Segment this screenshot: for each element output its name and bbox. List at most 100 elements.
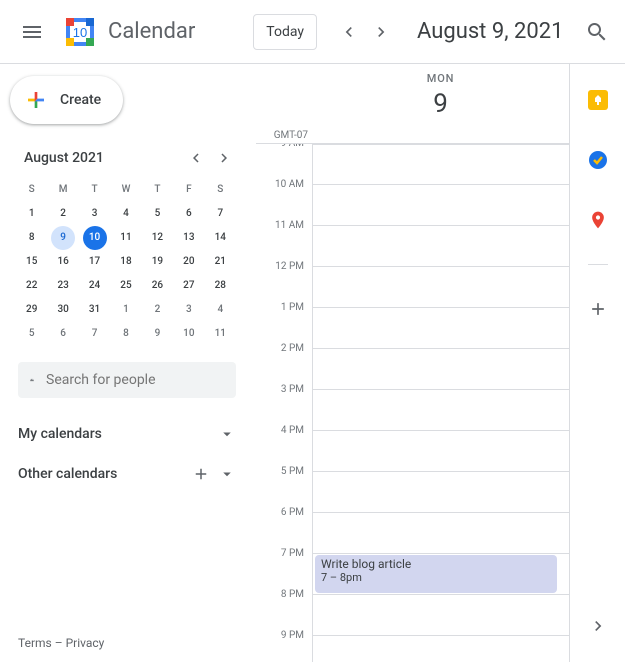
prev-day-button[interactable] <box>333 16 365 48</box>
mini-cal-day[interactable]: 20 <box>173 250 204 274</box>
hour-slot[interactable] <box>313 308 569 349</box>
mini-calendar-grid: SMTWTFS123456789101112131415161718192021… <box>16 178 236 346</box>
mini-cal-day[interactable]: 24 <box>79 274 110 298</box>
mini-cal-day[interactable]: 3 <box>79 202 110 226</box>
search-button[interactable] <box>577 12 617 52</box>
day-view: GMT-07 MON 9 9 AM10 AM11 AM12 PM1 PM2 PM… <box>256 64 569 662</box>
mini-cal-day[interactable]: 11 <box>205 322 236 346</box>
search-people-input[interactable] <box>46 372 224 388</box>
keep-icon <box>588 90 608 110</box>
search-icon <box>585 20 609 44</box>
mini-cal-day[interactable]: 10 <box>83 226 107 250</box>
hour-slot[interactable] <box>313 513 569 554</box>
mini-cal-day[interactable]: 17 <box>79 250 110 274</box>
mini-cal-day[interactable]: 4 <box>110 202 141 226</box>
chevron-down-icon <box>218 465 236 483</box>
hour-label: 9 AM <box>256 144 312 179</box>
mini-cal-day[interactable]: 27 <box>173 274 204 298</box>
hour-slot[interactable] <box>313 267 569 308</box>
mini-cal-day[interactable]: 26 <box>142 274 173 298</box>
mini-cal-day[interactable]: 23 <box>47 274 78 298</box>
hour-label: 11 AM <box>256 220 312 261</box>
mini-cal-day-header: T <box>79 178 110 202</box>
hour-slot[interactable] <box>313 472 569 513</box>
mini-cal-day[interactable]: 8 <box>16 226 47 250</box>
main-menu-button[interactable] <box>8 8 56 56</box>
mini-cal-day[interactable]: 8 <box>110 322 141 346</box>
hour-label: 12 PM <box>256 261 312 302</box>
mini-cal-day[interactable]: 10 <box>173 322 204 346</box>
mini-cal-day[interactable]: 18 <box>110 250 141 274</box>
day-view-body[interactable]: 9 AM10 AM11 AM12 PM1 PM2 PM3 PM4 PM5 PM6… <box>256 144 569 662</box>
mini-cal-day[interactable]: 4 <box>205 298 236 322</box>
tasks-icon <box>588 150 608 170</box>
next-day-button[interactable] <box>365 16 397 48</box>
tasks-addon-button[interactable] <box>578 140 618 180</box>
mini-cal-day[interactable]: 5 <box>142 202 173 226</box>
hour-slot[interactable] <box>313 226 569 267</box>
keep-addon-button[interactable] <box>578 80 618 120</box>
mini-cal-day[interactable]: 6 <box>173 202 204 226</box>
mini-cal-day[interactable]: 1 <box>110 298 141 322</box>
mini-cal-day[interactable]: 29 <box>16 298 47 322</box>
mini-cal-next-button[interactable] <box>212 146 236 170</box>
mini-cal-day[interactable]: 14 <box>205 226 236 250</box>
mini-cal-day[interactable]: 19 <box>142 250 173 274</box>
mini-cal-day[interactable]: 16 <box>47 250 78 274</box>
day-name: MON <box>427 72 454 85</box>
plus-icon[interactable] <box>192 465 210 483</box>
mini-cal-day[interactable]: 15 <box>16 250 47 274</box>
mini-cal-prev-button[interactable] <box>184 146 208 170</box>
collapse-panel-button[interactable] <box>578 606 618 646</box>
mini-cal-day[interactable]: 2 <box>47 202 78 226</box>
mini-cal-day[interactable]: 1 <box>16 202 47 226</box>
hour-slot[interactable] <box>313 431 569 472</box>
privacy-link[interactable]: Privacy <box>66 636 105 650</box>
mini-cal-day[interactable]: 2 <box>142 298 173 322</box>
hour-slot[interactable] <box>313 595 569 636</box>
events-column[interactable]: Write blog article7 – 8pm <box>312 144 569 662</box>
mini-cal-day[interactable]: 3 <box>173 298 204 322</box>
hamburger-icon <box>20 20 44 44</box>
header: 10 Calendar Today August 9, 2021 <box>0 0 625 64</box>
mini-cal-day[interactable]: 25 <box>110 274 141 298</box>
hour-slot[interactable] <box>313 636 569 662</box>
terms-link[interactable]: Terms <box>18 636 52 650</box>
hour-slot[interactable] <box>313 390 569 431</box>
mini-cal-day[interactable]: 21 <box>205 250 236 274</box>
mini-cal-day[interactable]: 11 <box>110 226 141 250</box>
create-button[interactable]: Create <box>10 76 123 124</box>
hour-slot[interactable] <box>313 185 569 226</box>
mini-cal-day[interactable]: 31 <box>79 298 110 322</box>
day-column-header[interactable]: MON 9 <box>312 64 569 143</box>
hour-label: 9 PM <box>256 630 312 662</box>
mini-cal-day[interactable]: 12 <box>142 226 173 250</box>
hour-slot[interactable] <box>313 144 569 185</box>
mini-cal-day[interactable]: 9 <box>51 226 75 250</box>
get-addons-button[interactable] <box>578 289 618 329</box>
hour-label: 7 PM <box>256 548 312 589</box>
chevron-right-icon <box>371 22 391 42</box>
plus-multicolor-icon <box>24 88 48 112</box>
mini-cal-day[interactable]: 30 <box>47 298 78 322</box>
search-people-box[interactable] <box>18 362 236 398</box>
mini-cal-day[interactable]: 28 <box>205 274 236 298</box>
hour-slot[interactable] <box>313 349 569 390</box>
maps-addon-button[interactable] <box>578 200 618 240</box>
mini-cal-day[interactable]: 6 <box>47 322 78 346</box>
mini-cal-day[interactable]: 5 <box>16 322 47 346</box>
mini-cal-day-header: F <box>173 178 204 202</box>
divider <box>588 264 608 265</box>
chevron-left-icon <box>187 149 205 167</box>
my-calendars-section[interactable]: My calendars <box>18 414 236 454</box>
footer-links: Terms – Privacy <box>18 636 236 650</box>
mini-cal-day[interactable]: 13 <box>173 226 204 250</box>
main: Create August 2021 SMTWTFS12345678910111… <box>0 64 625 662</box>
today-button[interactable]: Today <box>253 14 317 50</box>
calendar-event[interactable]: Write blog article7 – 8pm <box>315 555 557 593</box>
mini-cal-day[interactable]: 9 <box>142 322 173 346</box>
mini-cal-day[interactable]: 22 <box>16 274 47 298</box>
other-calendars-section[interactable]: Other calendars <box>18 454 236 494</box>
mini-cal-day[interactable]: 7 <box>79 322 110 346</box>
mini-cal-day[interactable]: 7 <box>205 202 236 226</box>
